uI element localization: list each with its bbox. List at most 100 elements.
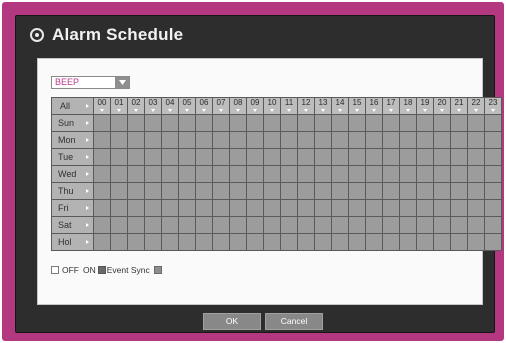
schedule-cell[interactable] bbox=[111, 217, 127, 233]
schedule-cell[interactable] bbox=[366, 115, 382, 131]
schedule-cell[interactable] bbox=[111, 149, 127, 165]
schedule-cell[interactable] bbox=[485, 166, 501, 182]
schedule-cell[interactable] bbox=[213, 234, 229, 250]
schedule-cell[interactable] bbox=[298, 132, 314, 148]
schedule-cell[interactable] bbox=[196, 200, 212, 216]
schedule-cell[interactable] bbox=[315, 149, 331, 165]
schedule-cell[interactable] bbox=[451, 183, 467, 199]
schedule-cell[interactable] bbox=[468, 200, 484, 216]
schedule-cell[interactable] bbox=[264, 115, 280, 131]
schedule-cell[interactable] bbox=[230, 234, 246, 250]
schedule-cell[interactable] bbox=[162, 217, 178, 233]
schedule-cell[interactable] bbox=[366, 217, 382, 233]
schedule-cell[interactable] bbox=[111, 166, 127, 182]
schedule-cell[interactable] bbox=[485, 200, 501, 216]
schedule-cell[interactable] bbox=[485, 115, 501, 131]
schedule-cell[interactable] bbox=[128, 200, 144, 216]
schedule-cell[interactable] bbox=[383, 132, 399, 148]
schedule-cell[interactable] bbox=[111, 183, 127, 199]
schedule-cell[interactable] bbox=[400, 115, 416, 131]
schedule-cell[interactable] bbox=[111, 132, 127, 148]
chevron-down-icon[interactable] bbox=[115, 77, 129, 88]
schedule-cell[interactable] bbox=[264, 149, 280, 165]
schedule-cell[interactable] bbox=[400, 166, 416, 182]
schedule-cell[interactable] bbox=[298, 234, 314, 250]
schedule-cell[interactable] bbox=[349, 166, 365, 182]
schedule-cell[interactable] bbox=[332, 217, 348, 233]
schedule-cell[interactable] bbox=[485, 183, 501, 199]
schedule-cell[interactable] bbox=[383, 234, 399, 250]
schedule-cell[interactable] bbox=[417, 200, 433, 216]
schedule-cell[interactable] bbox=[332, 132, 348, 148]
day-header[interactable]: Hol bbox=[52, 234, 93, 250]
schedule-cell[interactable] bbox=[213, 183, 229, 199]
schedule-cell[interactable] bbox=[247, 149, 263, 165]
schedule-cell[interactable] bbox=[145, 132, 161, 148]
schedule-cell[interactable] bbox=[264, 200, 280, 216]
schedule-cell[interactable] bbox=[230, 166, 246, 182]
schedule-cell[interactable] bbox=[213, 217, 229, 233]
schedule-cell[interactable] bbox=[264, 183, 280, 199]
schedule-cell[interactable] bbox=[281, 217, 297, 233]
schedule-cell[interactable] bbox=[230, 149, 246, 165]
schedule-cell[interactable] bbox=[281, 132, 297, 148]
schedule-cell[interactable] bbox=[213, 166, 229, 182]
schedule-cell[interactable] bbox=[145, 166, 161, 182]
schedule-cell[interactable] bbox=[468, 166, 484, 182]
schedule-cell[interactable] bbox=[94, 149, 110, 165]
schedule-cell[interactable] bbox=[332, 166, 348, 182]
schedule-cell[interactable] bbox=[485, 234, 501, 250]
schedule-cell[interactable] bbox=[383, 217, 399, 233]
schedule-cell[interactable] bbox=[400, 234, 416, 250]
schedule-cell[interactable] bbox=[179, 132, 195, 148]
schedule-cell[interactable] bbox=[468, 234, 484, 250]
schedule-cell[interactable] bbox=[485, 217, 501, 233]
schedule-cell[interactable] bbox=[451, 166, 467, 182]
ok-button[interactable]: OK bbox=[203, 313, 261, 330]
schedule-cell[interactable] bbox=[230, 183, 246, 199]
schedule-cell[interactable] bbox=[230, 217, 246, 233]
schedule-cell[interactable] bbox=[281, 115, 297, 131]
schedule-cell[interactable] bbox=[162, 200, 178, 216]
schedule-cell[interactable] bbox=[247, 115, 263, 131]
schedule-cell[interactable] bbox=[451, 200, 467, 216]
schedule-cell[interactable] bbox=[434, 132, 450, 148]
schedule-cell[interactable] bbox=[247, 200, 263, 216]
schedule-cell[interactable] bbox=[468, 217, 484, 233]
hour-header[interactable]: 03 bbox=[145, 98, 161, 114]
schedule-cell[interactable] bbox=[332, 149, 348, 165]
schedule-cell[interactable] bbox=[315, 132, 331, 148]
day-header[interactable]: Fri bbox=[52, 200, 93, 216]
schedule-cell[interactable] bbox=[94, 234, 110, 250]
hour-header[interactable]: 07 bbox=[213, 98, 229, 114]
schedule-cell[interactable] bbox=[417, 166, 433, 182]
schedule-cell[interactable] bbox=[434, 200, 450, 216]
hour-header[interactable]: 13 bbox=[315, 98, 331, 114]
schedule-cell[interactable] bbox=[145, 149, 161, 165]
schedule-cell[interactable] bbox=[366, 166, 382, 182]
schedule-cell[interactable] bbox=[111, 234, 127, 250]
schedule-cell[interactable] bbox=[315, 200, 331, 216]
schedule-cell[interactable] bbox=[196, 183, 212, 199]
schedule-cell[interactable] bbox=[400, 217, 416, 233]
schedule-cell[interactable] bbox=[434, 149, 450, 165]
schedule-cell[interactable] bbox=[94, 217, 110, 233]
schedule-cell[interactable] bbox=[281, 166, 297, 182]
schedule-cell[interactable] bbox=[315, 183, 331, 199]
schedule-cell[interactable] bbox=[451, 149, 467, 165]
schedule-cell[interactable] bbox=[196, 132, 212, 148]
schedule-cell[interactable] bbox=[179, 183, 195, 199]
schedule-cell[interactable] bbox=[400, 132, 416, 148]
schedule-cell[interactable] bbox=[128, 234, 144, 250]
schedule-cell[interactable] bbox=[298, 217, 314, 233]
schedule-cell[interactable] bbox=[264, 132, 280, 148]
hour-header[interactable]: 09 bbox=[247, 98, 263, 114]
schedule-cell[interactable] bbox=[128, 132, 144, 148]
schedule-cell[interactable] bbox=[247, 217, 263, 233]
schedule-cell[interactable] bbox=[451, 234, 467, 250]
schedule-cell[interactable] bbox=[281, 149, 297, 165]
schedule-cell[interactable] bbox=[417, 115, 433, 131]
schedule-cell[interactable] bbox=[94, 132, 110, 148]
hour-header[interactable]: 05 bbox=[179, 98, 195, 114]
schedule-cell[interactable] bbox=[213, 149, 229, 165]
